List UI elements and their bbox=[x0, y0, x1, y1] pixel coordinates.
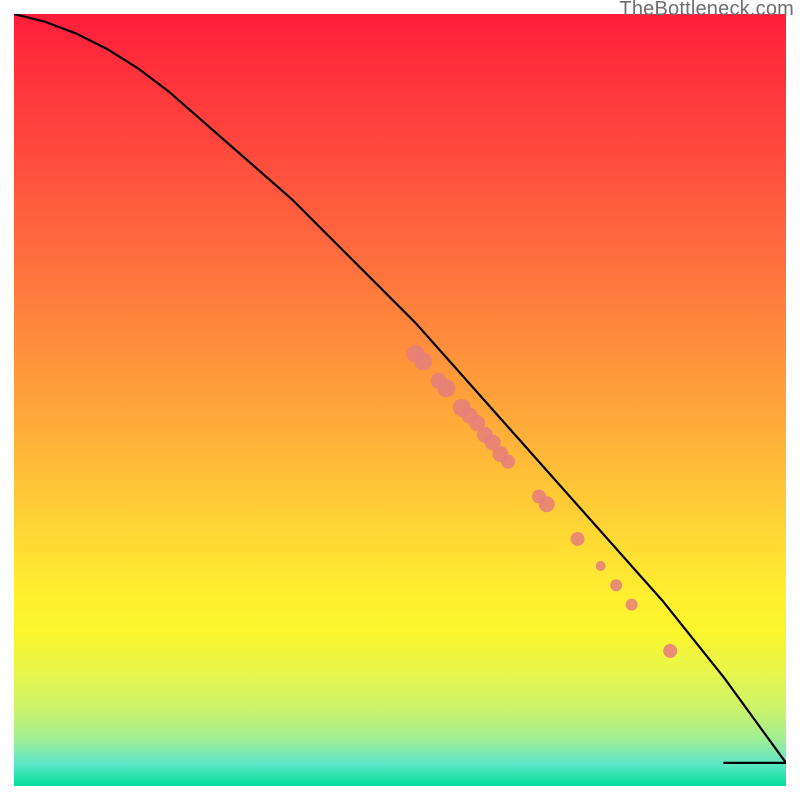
data-marker bbox=[626, 599, 638, 611]
data-marker bbox=[437, 379, 455, 397]
chart-svg bbox=[14, 14, 786, 786]
watermark-text: TheBottleneck.com bbox=[619, 0, 794, 21]
data-marker bbox=[663, 644, 677, 658]
data-marker bbox=[414, 352, 432, 370]
data-marker bbox=[610, 579, 622, 591]
chart-container: TheBottleneck.com bbox=[0, 0, 800, 800]
data-marker bbox=[596, 561, 606, 571]
data-marker bbox=[571, 532, 585, 546]
plot-area bbox=[14, 14, 786, 786]
data-marker bbox=[539, 496, 555, 512]
data-marker bbox=[501, 455, 515, 469]
marker-group bbox=[406, 345, 677, 658]
